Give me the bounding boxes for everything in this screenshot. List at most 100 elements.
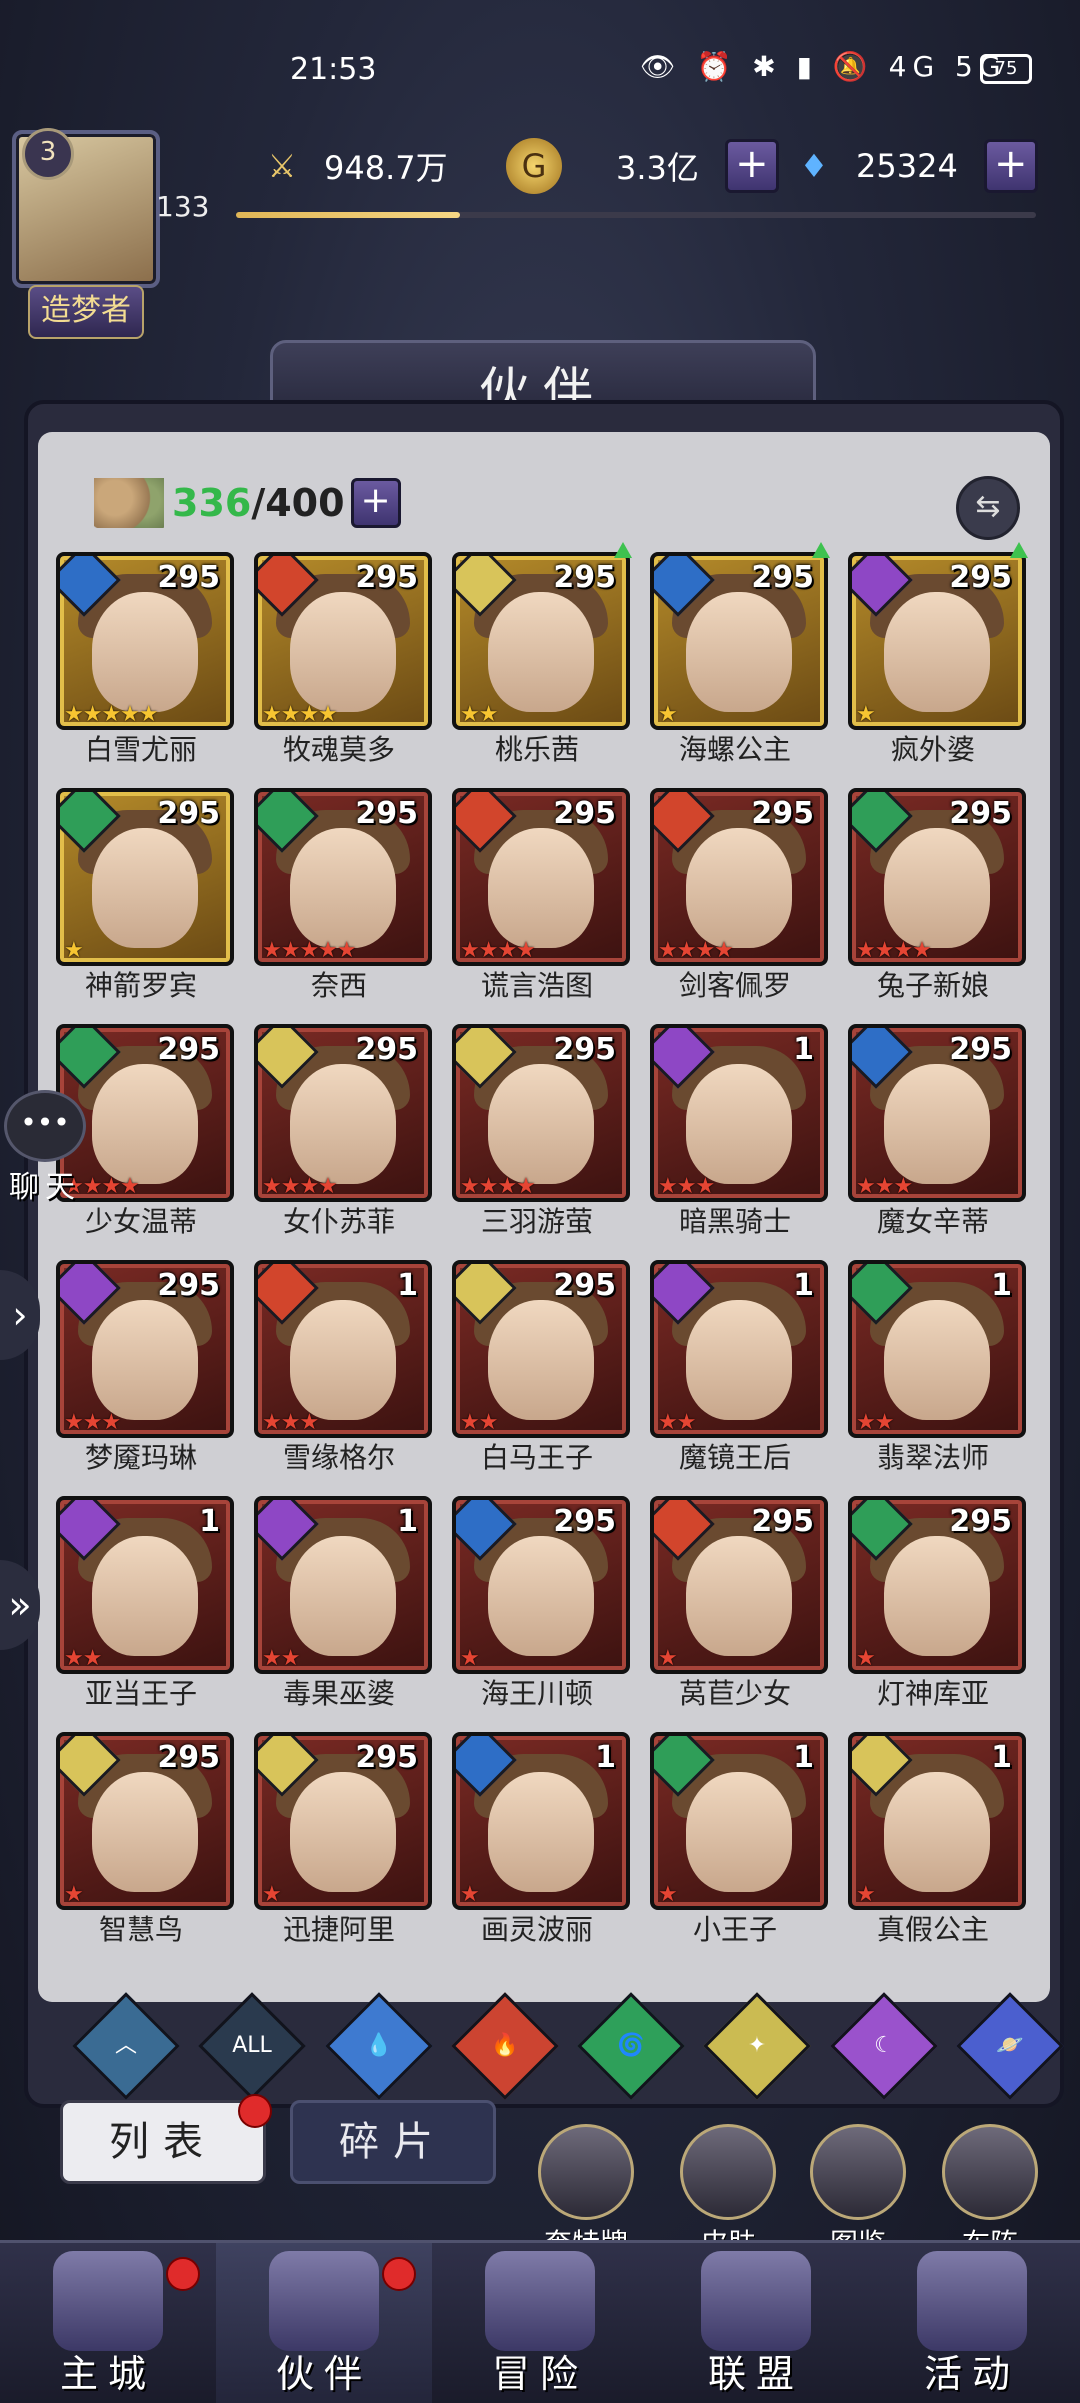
hero-card[interactable]: 1 ★ 画灵波丽 xyxy=(452,1732,630,1946)
hero-card[interactable]: 1 ★★ 翡翠法师 xyxy=(848,1260,1026,1474)
filter-all[interactable]: ALL xyxy=(198,1992,307,2100)
hero-face xyxy=(686,1772,792,1892)
player-level-badge: 3 xyxy=(22,128,74,180)
filter-dark[interactable]: ☾ xyxy=(829,1992,938,2100)
hero-stars: ★★★★ xyxy=(460,1174,536,1199)
hero-card[interactable]: 295 ★★★ 魔女辛蒂 xyxy=(848,1024,1026,1238)
nav-alliance[interactable]: 联盟 xyxy=(648,2243,864,2403)
filter-fire[interactable]: 🔥 xyxy=(451,1992,559,2100)
hero-card[interactable]: 295 ★★★★★ 白雪尤丽 xyxy=(56,552,234,766)
hero-name: 毒果巫婆 xyxy=(282,1677,395,1710)
hero-name: 谎言浩图 xyxy=(480,969,593,1002)
hero-stars: ★★★★ xyxy=(658,938,734,963)
hero-name: 疯外婆 xyxy=(890,733,975,766)
hero-portrait: 295 ★ xyxy=(650,1496,828,1674)
hero-card[interactable]: 295 ★ 疯外婆 xyxy=(848,542,1028,766)
hero-stars: ★★ xyxy=(460,702,498,727)
hero-stars: ★ xyxy=(658,702,678,727)
hero-card[interactable]: 295 ★★★★ 三羽游萤 xyxy=(452,1024,630,1238)
hero-card[interactable]: 295 ★ 灯神库亚 xyxy=(848,1496,1026,1710)
hero-stars: ★★★★★ xyxy=(64,702,159,727)
filter-wind[interactable]: 🌀 xyxy=(577,1992,685,2100)
cards-icon xyxy=(917,2251,1027,2351)
nav-partner-label: 伙伴 xyxy=(275,2352,372,2396)
hero-face xyxy=(92,1536,198,1656)
notification-dot xyxy=(238,2094,272,2128)
hero-level: 295 xyxy=(553,1504,616,1539)
hero-level: 295 xyxy=(553,560,616,595)
add-gems-button[interactable]: + xyxy=(983,139,1038,193)
expand-roster-button[interactable]: + xyxy=(350,478,401,528)
hero-level: 295 xyxy=(553,1268,616,1303)
hero-card[interactable]: 295 ★★★★ 兔子新娘 xyxy=(848,788,1026,1002)
hero-stars: ★★★★ xyxy=(856,938,932,963)
hero-portrait: 1 ★★ xyxy=(56,1496,234,1674)
hero-card[interactable]: 295 ★★★★★ 奈西 xyxy=(254,788,432,1002)
hero-face xyxy=(290,1772,396,1892)
nav-events-label: 活动 xyxy=(923,2352,1020,2396)
hero-face xyxy=(290,1064,396,1184)
nav-events[interactable]: 活动 xyxy=(864,2243,1080,2403)
gold-coin-icon: G xyxy=(506,138,562,194)
add-gold-button[interactable]: + xyxy=(724,139,779,193)
hero-level: 1 xyxy=(991,1740,1012,1775)
hero-name: 海王川顿 xyxy=(480,1677,593,1710)
hero-card[interactable]: 295 ★★ 白马王子 xyxy=(452,1260,630,1474)
hero-card[interactable]: 295 ★★★ 梦魇玛琳 xyxy=(56,1260,234,1474)
hero-card[interactable]: 295 ★ 智慧鸟 xyxy=(56,1732,234,1946)
hero-face xyxy=(92,1300,198,1420)
filter-base[interactable]: ︿ xyxy=(72,1992,180,2100)
formation-icon xyxy=(942,2124,1038,2220)
hero-card[interactable]: 1 ★★ 亚当王子 xyxy=(56,1496,234,1710)
hero-card[interactable]: 295 ★ 海王川顿 xyxy=(452,1496,630,1710)
hero-name: 海螺公主 xyxy=(678,733,791,766)
filter-planet[interactable]: 🪐 xyxy=(956,1992,1064,2100)
hero-card[interactable]: 295 ★★★★ 剑客佩罗 xyxy=(650,788,828,1002)
hero-card[interactable]: 295 ★ 迅捷阿里 xyxy=(254,1732,432,1946)
wizard-hat-icon xyxy=(269,2251,379,2351)
hero-name: 小王子 xyxy=(692,1913,777,1946)
exp-bar xyxy=(236,212,1036,218)
nav-adventure[interactable]: 冒险 xyxy=(432,2243,648,2403)
hero-card[interactable]: 295 ★★★★ 女仆苏菲 xyxy=(254,1024,432,1238)
hero-card[interactable]: 295 ★ 莴苣少女 xyxy=(650,1496,828,1710)
hero-face xyxy=(686,1064,792,1184)
hero-stars: ★★★ xyxy=(64,1410,121,1435)
hero-card[interactable]: 1 ★★★ 雪缘格尔 xyxy=(254,1260,432,1474)
hero-name: 真假公主 xyxy=(876,1913,989,1946)
chat-button[interactable]: ••• 聊天 xyxy=(0,1090,90,1205)
hero-portrait: 295 ★★★★ xyxy=(452,1024,630,1202)
hero-portrait: 295 ★ xyxy=(56,1732,234,1910)
sort-swap-button[interactable]: ⇆ xyxy=(956,476,1020,540)
hero-card[interactable]: 1 ★ 小王子 xyxy=(650,1732,828,1946)
tab-list[interactable]: 列表 xyxy=(60,2100,266,2184)
player-title-badge[interactable]: 造梦者 xyxy=(28,285,144,339)
hero-name: 迅捷阿里 xyxy=(282,1913,395,1946)
hero-card[interactable]: 295 ★★★★ 牧魂莫多 xyxy=(254,552,432,766)
hero-card[interactable]: 295 ★★ 桃乐茜 xyxy=(452,542,632,766)
hero-face xyxy=(488,828,594,948)
upgrade-arrow-icon xyxy=(1010,542,1028,558)
hero-level: 295 xyxy=(949,796,1012,831)
hero-stars: ★★ xyxy=(460,1410,498,1435)
filter-water[interactable]: 💧 xyxy=(324,1992,433,2100)
hero-card[interactable]: 1 ★★ 魔镜王后 xyxy=(650,1260,828,1474)
filter-light[interactable]: ✦ xyxy=(703,1992,812,2100)
tab-fragments[interactable]: 碎片 xyxy=(290,2100,496,2184)
hero-name: 灯神库亚 xyxy=(876,1677,989,1710)
hero-card[interactable]: 295 ★★★★ 谎言浩图 xyxy=(452,788,630,1002)
status-icons: 👁 ⏰ ✱ ▮ 🔕 4G 5G xyxy=(640,50,1007,83)
hero-card[interactable]: 1 ★★★ 暗黑骑士 xyxy=(650,1024,828,1238)
hero-face xyxy=(488,1064,594,1184)
hero-name: 桃乐茜 xyxy=(494,733,579,766)
hero-card[interactable]: 295 ★ 神箭罗宾 xyxy=(56,788,234,1002)
hero-face xyxy=(488,592,594,712)
hero-stars: ★★ xyxy=(658,1410,696,1435)
nav-adventure-label: 冒险 xyxy=(491,2352,588,2396)
hero-level: 295 xyxy=(157,1268,220,1303)
hero-card[interactable]: 1 ★ 真假公主 xyxy=(848,1732,1026,1946)
hero-level: 1 xyxy=(793,1268,814,1303)
nav-city-label: 主城 xyxy=(59,2352,156,2396)
hero-card[interactable]: 295 ★ 海螺公主 xyxy=(650,542,830,766)
hero-card[interactable]: 1 ★★ 毒果巫婆 xyxy=(254,1496,432,1710)
